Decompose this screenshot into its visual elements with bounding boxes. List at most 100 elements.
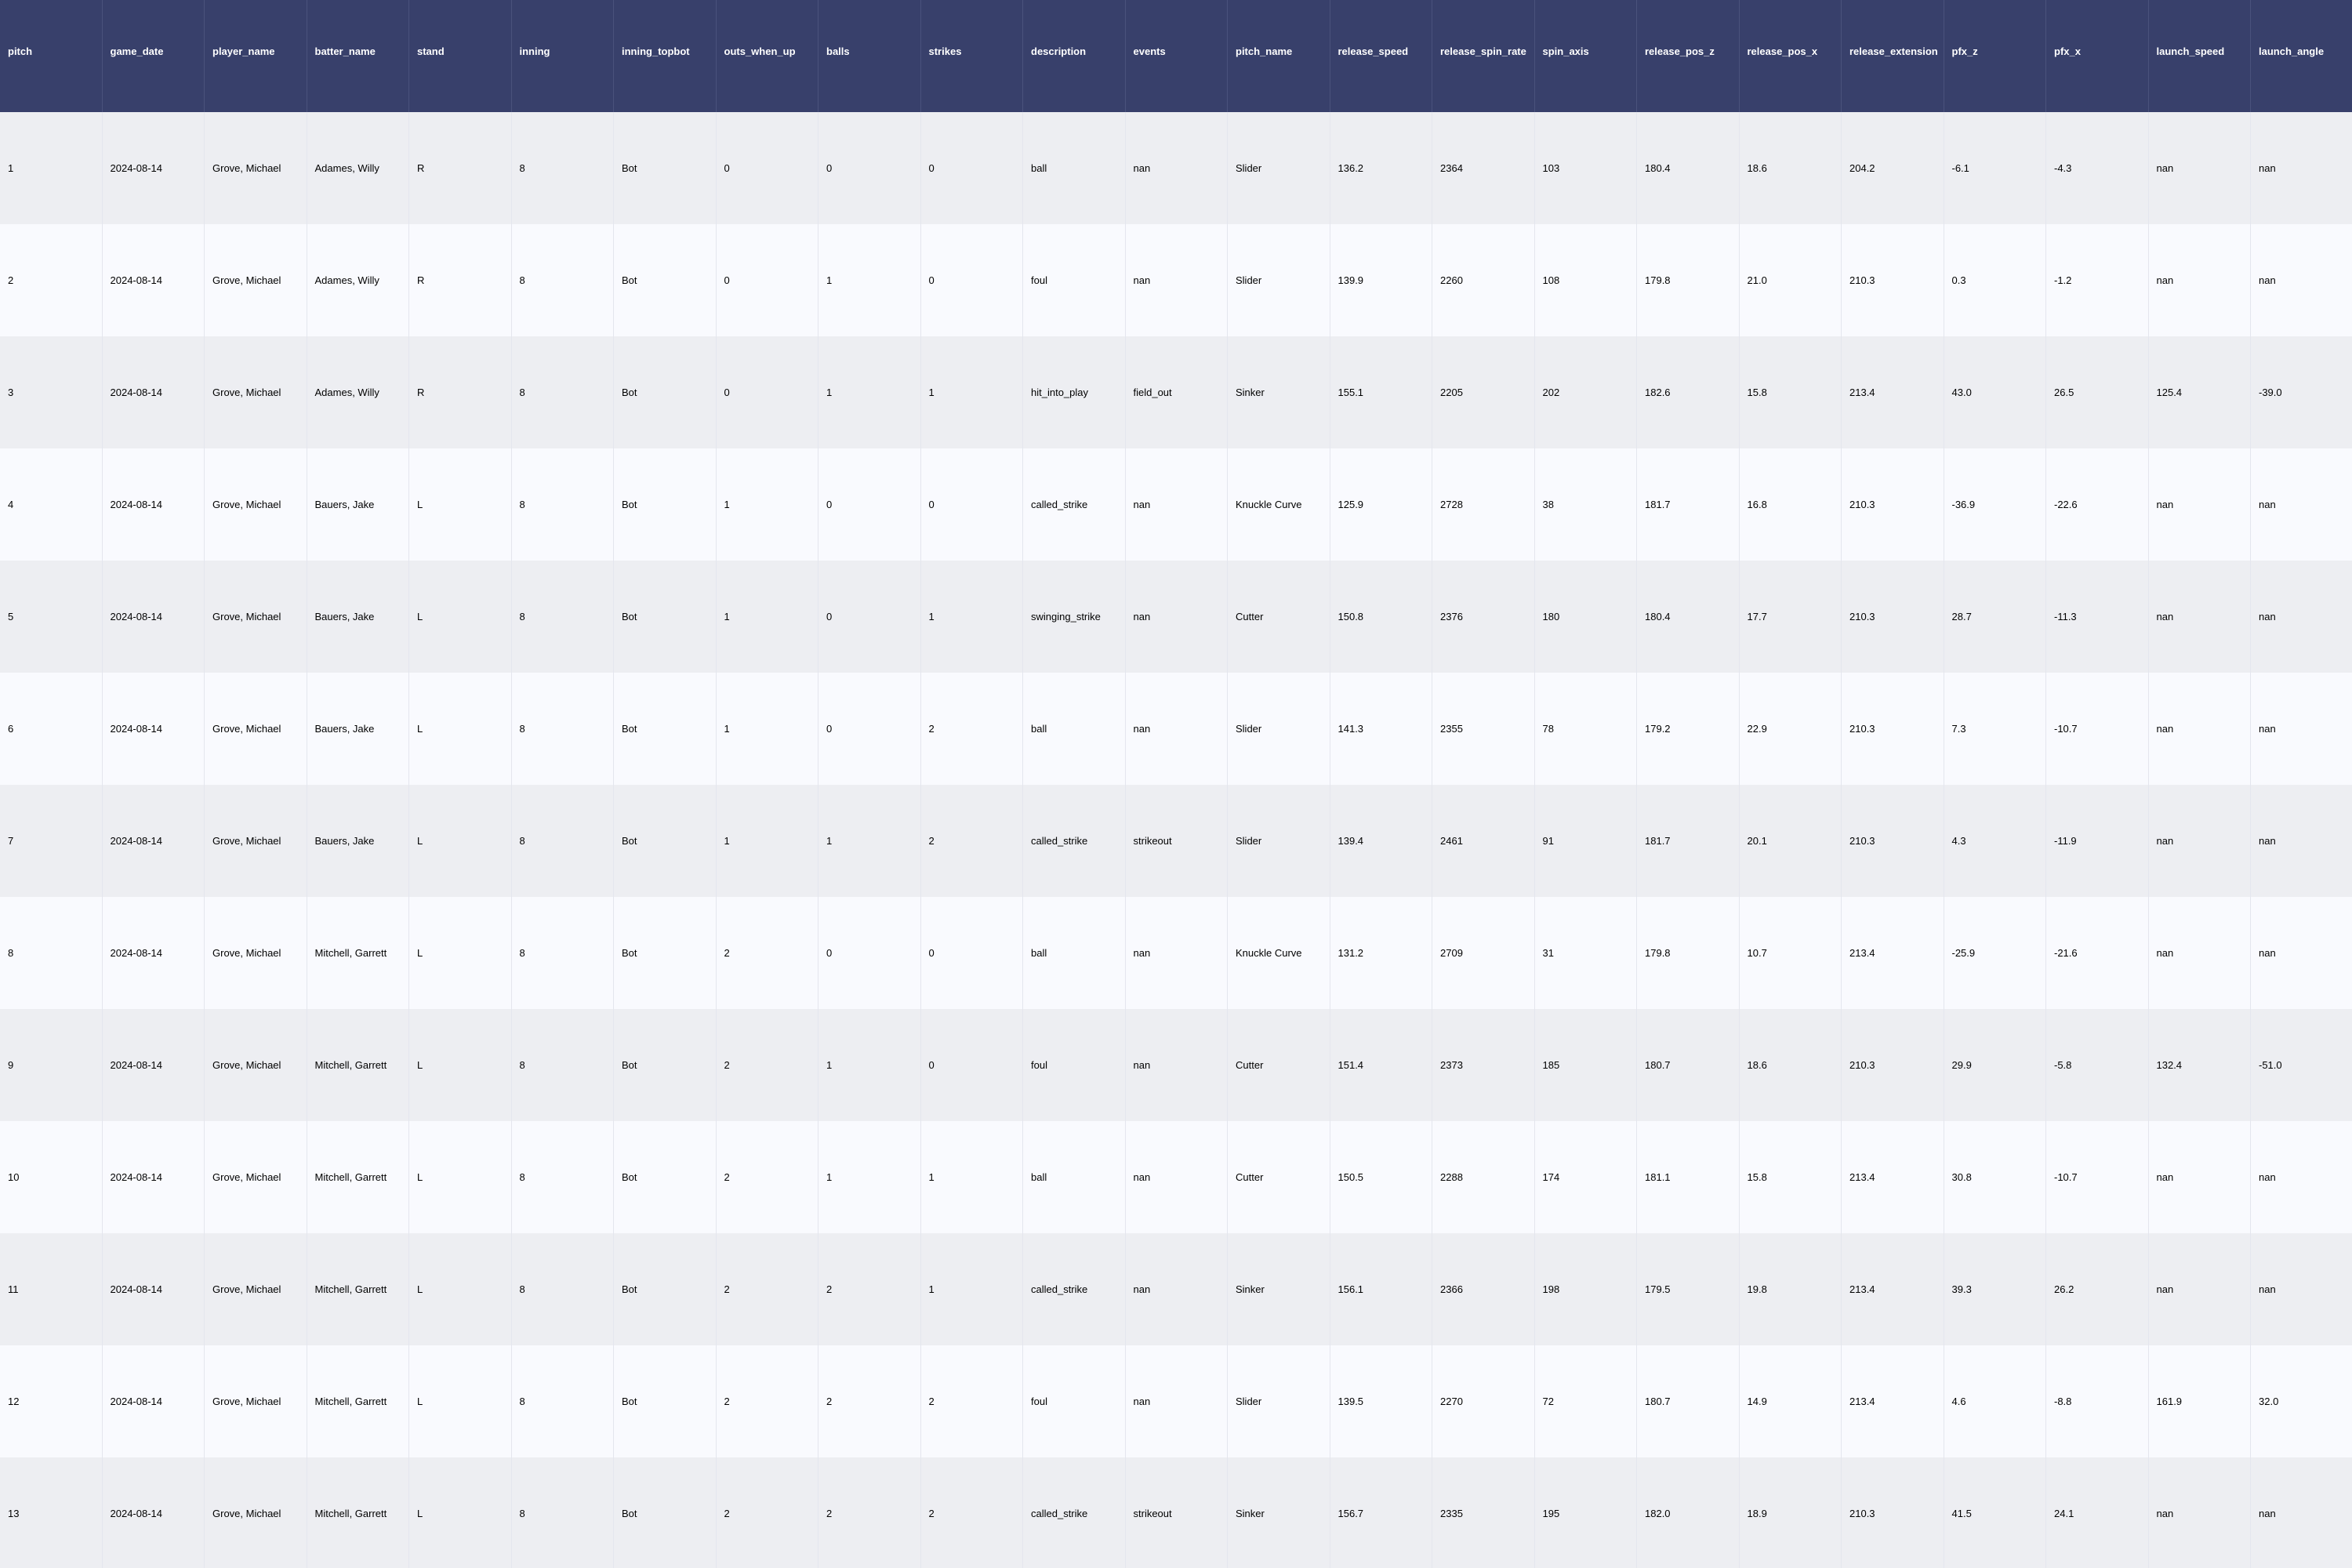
cell-pfx-x: -10.7 — [2046, 1121, 2149, 1233]
cell-pitch-name: Slider — [1228, 112, 1330, 224]
cell-pfx-z: 4.6 — [1944, 1345, 2046, 1457]
pitch-data-table: pitch game_date player_name batter_name stan… — [0, 0, 2352, 1568]
cell-release-speed: 139.4 — [1330, 785, 1432, 897]
cell-events: nan — [1125, 224, 1228, 336]
cell-outs-when-up: 2 — [716, 1009, 818, 1121]
cell-game-date: 2024-08-14 — [102, 1009, 205, 1121]
cell-spin-axis: 72 — [1534, 1345, 1637, 1457]
cell-inning: 8 — [511, 785, 614, 897]
cell-pfx-x: -8.8 — [2046, 1345, 2149, 1457]
cell-release-pos-z: 180.4 — [1637, 112, 1740, 224]
column-header-stand[interactable]: stand — [409, 0, 512, 112]
cell-description: foul — [1023, 224, 1126, 336]
cell-pitch: 3 — [0, 336, 103, 448]
column-header-launch-speed[interactable]: launch_speed — [2148, 0, 2251, 112]
cell-batter-name: Adames, Willy — [307, 224, 409, 336]
cell-release-spin-rate: 2373 — [1432, 1009, 1535, 1121]
cell-release-pos-x: 10.7 — [1739, 897, 1842, 1009]
cell-stand: R — [409, 112, 512, 224]
column-header-inning-topbot[interactable]: inning_topbot — [614, 0, 717, 112]
cell-strikes: 1 — [920, 1233, 1023, 1345]
column-header-balls[interactable]: balls — [818, 0, 921, 112]
cell-outs-when-up: 1 — [716, 785, 818, 897]
cell-outs-when-up: 0 — [716, 336, 818, 448]
cell-release-pos-x: 21.0 — [1739, 224, 1842, 336]
column-header-pitch-name[interactable]: pitch_name — [1228, 0, 1330, 112]
cell-description: hit_into_play — [1023, 336, 1126, 448]
column-header-launch-angle[interactable]: launch_angle — [2251, 0, 2352, 112]
cell-batter-name: Bauers, Jake — [307, 673, 409, 785]
cell-release-extension: 213.4 — [1842, 897, 1944, 1009]
cell-pitch: 12 — [0, 1345, 103, 1457]
column-header-strikes[interactable]: strikes — [920, 0, 1023, 112]
cell-inning: 8 — [511, 1009, 614, 1121]
cell-pfx-z: 29.9 — [1944, 1009, 2046, 1121]
cell-pitch-name: Sinker — [1228, 1233, 1330, 1345]
column-header-release-pos-x[interactable]: release_pos_x — [1739, 0, 1842, 112]
column-header-outs-when-up[interactable]: outs_when_up — [716, 0, 818, 112]
cell-pitch: 2 — [0, 224, 103, 336]
column-header-pfx-x[interactable]: pfx_x — [2046, 0, 2149, 112]
cell-events: nan — [1125, 561, 1228, 673]
cell-balls: 1 — [818, 336, 921, 448]
cell-inning-topbot: Bot — [614, 448, 717, 561]
cell-balls: 0 — [818, 448, 921, 561]
column-header-game-date[interactable]: game_date — [102, 0, 205, 112]
cell-inning: 8 — [511, 1233, 614, 1345]
cell-spin-axis: 195 — [1534, 1457, 1637, 1568]
cell-strikes: 0 — [920, 897, 1023, 1009]
column-header-spin-axis[interactable]: spin_axis — [1534, 0, 1637, 112]
cell-events: nan — [1125, 1233, 1228, 1345]
column-header-release-extension[interactable]: release_extension — [1842, 0, 1944, 112]
cell-inning: 8 — [511, 112, 614, 224]
cell-pfx-z: -25.9 — [1944, 897, 2046, 1009]
cell-launch-speed: nan — [2148, 448, 2251, 561]
cell-batter-name: Mitchell, Garrett — [307, 1009, 409, 1121]
cell-description: ball — [1023, 673, 1126, 785]
cell-game-date: 2024-08-14 — [102, 1233, 205, 1345]
cell-events: strikeout — [1125, 1457, 1228, 1568]
cell-release-spin-rate: 2355 — [1432, 673, 1535, 785]
cell-release-spin-rate: 2709 — [1432, 897, 1535, 1009]
cell-description: ball — [1023, 112, 1126, 224]
cell-outs-when-up: 2 — [716, 1345, 818, 1457]
cell-spin-axis: 78 — [1534, 673, 1637, 785]
cell-release-spin-rate: 2366 — [1432, 1233, 1535, 1345]
cell-release-spin-rate: 2260 — [1432, 224, 1535, 336]
cell-outs-when-up: 2 — [716, 1233, 818, 1345]
column-header-description[interactable]: description — [1023, 0, 1126, 112]
cell-player-name: Grove, Michael — [205, 1345, 307, 1457]
cell-release-speed: 155.1 — [1330, 336, 1432, 448]
cell-release-extension: 213.4 — [1842, 336, 1944, 448]
cell-player-name: Grove, Michael — [205, 336, 307, 448]
cell-game-date: 2024-08-14 — [102, 1345, 205, 1457]
column-header-batter-name[interactable]: batter_name — [307, 0, 409, 112]
column-header-release-pos-z[interactable]: release_pos_z — [1637, 0, 1740, 112]
column-header-inning[interactable]: inning — [511, 0, 614, 112]
cell-release-speed: 139.9 — [1330, 224, 1432, 336]
cell-inning: 8 — [511, 336, 614, 448]
cell-release-extension: 210.3 — [1842, 673, 1944, 785]
column-header-events[interactable]: events — [1125, 0, 1228, 112]
cell-launch-speed: nan — [2148, 561, 2251, 673]
cell-events: nan — [1125, 1345, 1228, 1457]
cell-batter-name: Mitchell, Garrett — [307, 1345, 409, 1457]
cell-description: ball — [1023, 1121, 1126, 1233]
cell-pfx-x: -1.2 — [2046, 224, 2149, 336]
column-header-player-name[interactable]: player_name — [205, 0, 307, 112]
cell-batter-name: Adames, Willy — [307, 112, 409, 224]
cell-release-speed: 139.5 — [1330, 1345, 1432, 1457]
cell-game-date: 2024-08-14 — [102, 448, 205, 561]
column-header-release-spin-rate[interactable]: release_spin_rate — [1432, 0, 1535, 112]
cell-pitch-name: Slider — [1228, 785, 1330, 897]
column-header-release-speed[interactable]: release_speed — [1330, 0, 1432, 112]
cell-pfx-z: 4.3 — [1944, 785, 2046, 897]
cell-release-spin-rate: 2728 — [1432, 448, 1535, 561]
column-header-pfx-z[interactable]: pfx_z — [1944, 0, 2046, 112]
cell-batter-name: Mitchell, Garrett — [307, 1121, 409, 1233]
cell-spin-axis: 202 — [1534, 336, 1637, 448]
column-header-pitch[interactable]: pitch — [0, 0, 103, 112]
cell-launch-angle: nan — [2251, 785, 2352, 897]
cell-inning: 8 — [511, 448, 614, 561]
cell-outs-when-up: 2 — [716, 1121, 818, 1233]
